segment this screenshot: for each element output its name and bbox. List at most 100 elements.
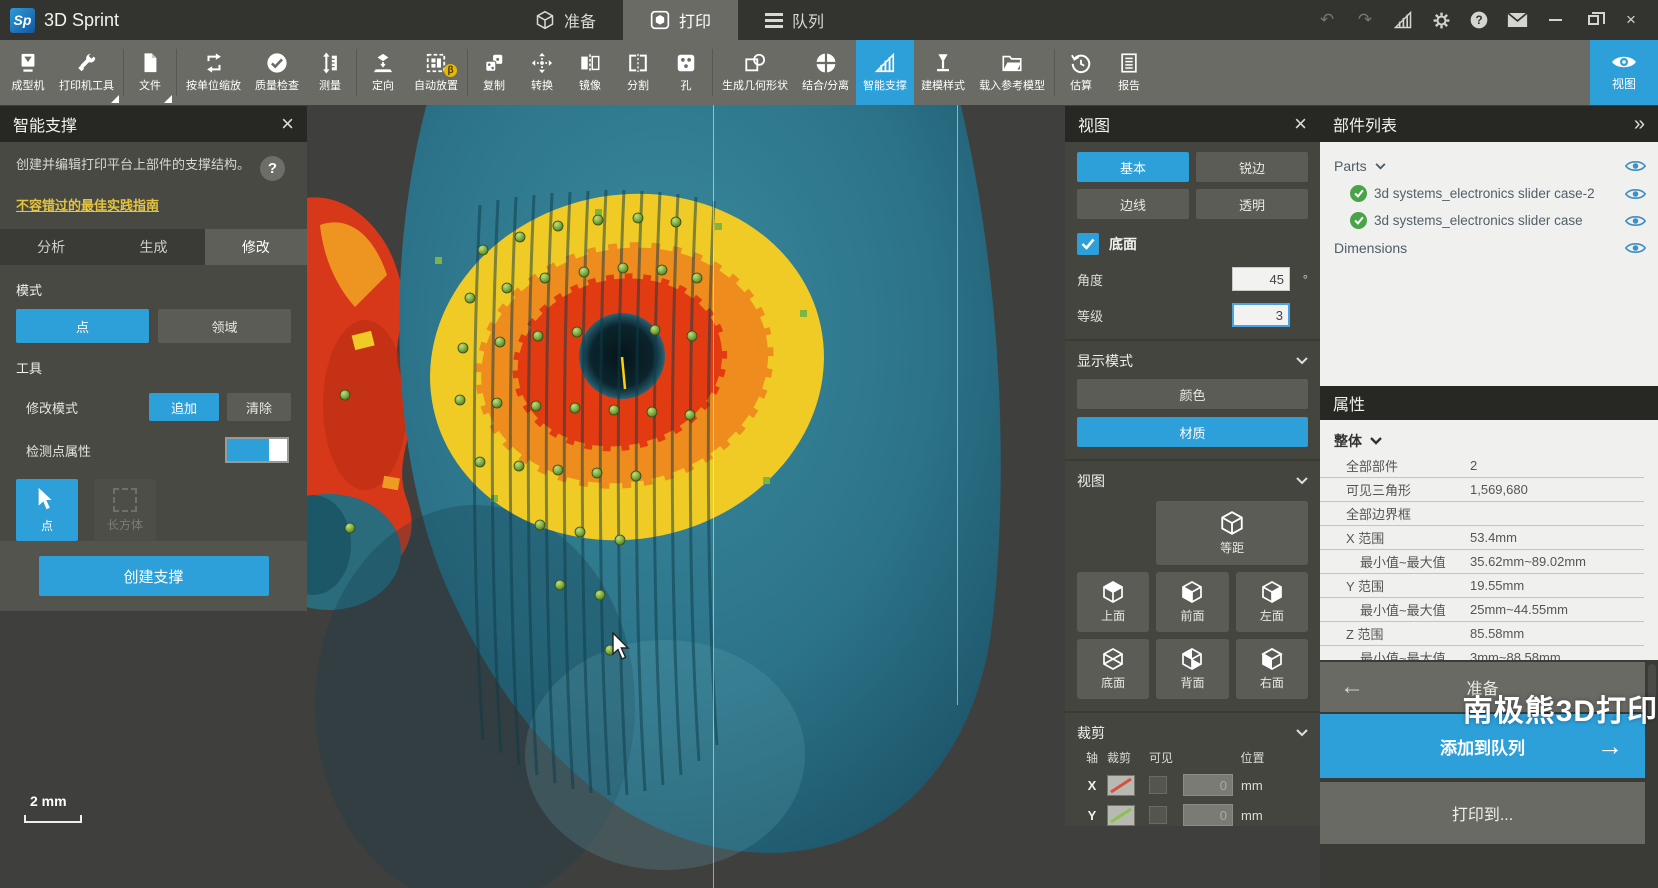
part-row[interactable]: 3d systems_electronics slider case <box>1320 207 1658 234</box>
toolbutton-mirror[interactable]: 镜像 <box>566 40 614 105</box>
box-tool-button[interactable]: 长方体 <box>94 479 156 541</box>
tab-print[interactable]: 打印 <box>623 0 738 40</box>
point-tool-button[interactable]: 点 <box>16 479 78 541</box>
close-icon[interactable]: × <box>1614 6 1648 34</box>
toolbutton-estimate[interactable]: 估算 <box>1057 40 1105 105</box>
mode-point-button[interactable]: 点 <box>16 309 149 343</box>
chevron-down-icon[interactable] <box>1296 477 1308 485</box>
point-color-swatch[interactable] <box>225 437 289 463</box>
toolbutton-combine-separate[interactable]: 结合/分离 <box>795 40 856 105</box>
settings-gear-icon[interactable] <box>1424 6 1458 34</box>
clip-y-position-input[interactable] <box>1183 804 1233 826</box>
property-row: 最小值~最大值3mm~88.58mm <box>1320 646 1644 660</box>
property-row: 全部部件2 <box>1320 454 1644 478</box>
clip-x-visible-checkbox[interactable] <box>1149 776 1167 794</box>
toolbutton-measure[interactable]: 测量 <box>306 40 354 105</box>
view-toggle-button[interactable]: 视图 <box>1590 40 1658 105</box>
toolbutton-label: 质量检查 <box>255 77 299 93</box>
angle-input[interactable] <box>1232 267 1290 291</box>
smart-supports-icon <box>874 52 896 74</box>
toolbutton-transform[interactable]: 转换 <box>518 40 566 105</box>
properties-title: 属性 <box>1333 391 1365 415</box>
redo-icon[interactable]: ↷ <box>1348 6 1382 34</box>
toolbutton-quality-check[interactable]: 质量检查 <box>248 40 306 105</box>
visibility-eye-icon[interactable] <box>1625 214 1646 228</box>
append-button[interactable]: 追加 <box>149 393 219 421</box>
properties-group-row[interactable]: 整体 <box>1320 428 1658 454</box>
toolbar-separator <box>1054 49 1055 96</box>
clip-y-visible-checkbox[interactable] <box>1149 806 1167 824</box>
shade-edges-button[interactable]: 边线 <box>1077 189 1189 219</box>
chevron-down-icon <box>1370 437 1382 445</box>
split-icon <box>627 52 649 74</box>
chevron-down-icon[interactable] <box>1296 729 1308 737</box>
clip-y-swatch[interactable] <box>1107 805 1135 826</box>
mode-region-button[interactable]: 领域 <box>158 309 291 343</box>
view-back-button[interactable]: 背面 <box>1156 639 1228 699</box>
part-row[interactable]: 3d systems_electronics slider case-2 <box>1320 180 1658 207</box>
shade-transparent-button[interactable]: 透明 <box>1196 189 1308 219</box>
visibility-eye-icon[interactable] <box>1625 241 1646 255</box>
clip-x-swatch[interactable] <box>1107 775 1135 796</box>
clip-y-unit: mm <box>1241 808 1263 823</box>
tab-generate[interactable]: 生成 <box>102 229 204 265</box>
toolbutton-printer[interactable]: 成型机 <box>4 40 52 105</box>
tools-label: 工具 <box>16 358 291 377</box>
minimize-icon[interactable] <box>1538 6 1572 34</box>
help-circle-icon[interactable]: ? <box>260 156 285 181</box>
best-practices-link[interactable]: 不容错过的最佳实践指南 <box>16 195 159 214</box>
undo-icon[interactable]: ↶ <box>1310 6 1344 34</box>
view-right-button[interactable]: 右面 <box>1236 639 1308 699</box>
tab-queue-label: 队列 <box>792 8 824 32</box>
toolbutton-split[interactable]: 分割 <box>614 40 662 105</box>
view-front-button[interactable]: 前面 <box>1156 572 1228 632</box>
mail-icon[interactable] <box>1500 6 1534 34</box>
visibility-eye-icon[interactable] <box>1625 159 1646 173</box>
toolbutton-hole[interactable]: 孔 <box>662 40 710 105</box>
chevron-down-icon <box>1375 163 1386 170</box>
toolbutton-label: 镜像 <box>579 77 601 93</box>
help-icon[interactable]: ? <box>1462 6 1496 34</box>
toolbutton-auto-place[interactable]: β 自动放置 <box>407 40 465 105</box>
clear-button[interactable]: 清除 <box>227 393 291 421</box>
display-material-button[interactable]: 材质 <box>1077 417 1308 447</box>
collapse-panel-icon[interactable]: » <box>1634 113 1645 136</box>
platform-line <box>713 105 714 888</box>
shade-sharp-edges-button[interactable]: 锐边 <box>1196 152 1308 182</box>
toolbutton-load-reference[interactable]: 载入参考模型 <box>972 40 1052 105</box>
view-left-button[interactable]: 左面 <box>1236 572 1308 632</box>
close-panel-icon[interactable]: × <box>1294 113 1307 135</box>
display-color-button[interactable]: 颜色 <box>1077 379 1308 409</box>
toolbutton-copy[interactable]: 复制 <box>470 40 518 105</box>
view-bottom-button[interactable]: 底面 <box>1077 639 1149 699</box>
toolbar-separator <box>176 49 177 96</box>
level-input[interactable] <box>1232 303 1290 327</box>
tab-modify[interactable]: 修改 <box>205 229 307 265</box>
shade-basic-button[interactable]: 基本 <box>1077 152 1189 182</box>
create-supports-button[interactable]: 创建支撑 <box>39 556 269 596</box>
toolbutton-report[interactable]: 报告 <box>1105 40 1153 105</box>
bottom-face-checkbox[interactable] <box>1077 233 1099 255</box>
tab-prepare[interactable]: 准备 <box>508 0 623 40</box>
view-isometric-button[interactable]: 等距 <box>1156 501 1308 565</box>
toolbutton-build-style[interactable]: 建模样式 <box>914 40 972 105</box>
toolbutton-scale-units[interactable]: 按单位缩放 <box>179 40 248 105</box>
print-to-button[interactable]: 打印到... <box>1320 782 1645 844</box>
tab-analyze[interactable]: 分析 <box>0 229 102 265</box>
tab-queue[interactable]: 队列 <box>738 0 851 40</box>
restore-icon[interactable] <box>1576 6 1610 34</box>
toolbutton-file[interactable]: 文件 <box>126 40 174 105</box>
status-chart-icon[interactable] <box>1386 6 1420 34</box>
visibility-eye-icon[interactable] <box>1625 187 1646 201</box>
dimensions-row[interactable]: Dimensions <box>1320 234 1658 262</box>
hole-icon <box>675 52 697 74</box>
clip-x-position-input[interactable] <box>1183 774 1233 796</box>
view-top-button[interactable]: 上面 <box>1077 572 1149 632</box>
close-panel-icon[interactable]: × <box>281 113 294 135</box>
toolbutton-generate-geometry[interactable]: 生成几何形状 <box>715 40 795 105</box>
toolbutton-smart-supports[interactable]: 智能支撑 <box>856 40 914 105</box>
parts-group-row[interactable]: Parts <box>1320 152 1658 180</box>
toolbutton-orient[interactable]: 定向 <box>359 40 407 105</box>
toolbutton-printer-tools[interactable]: 打印机工具 <box>52 40 121 105</box>
chevron-down-icon[interactable] <box>1296 357 1308 365</box>
